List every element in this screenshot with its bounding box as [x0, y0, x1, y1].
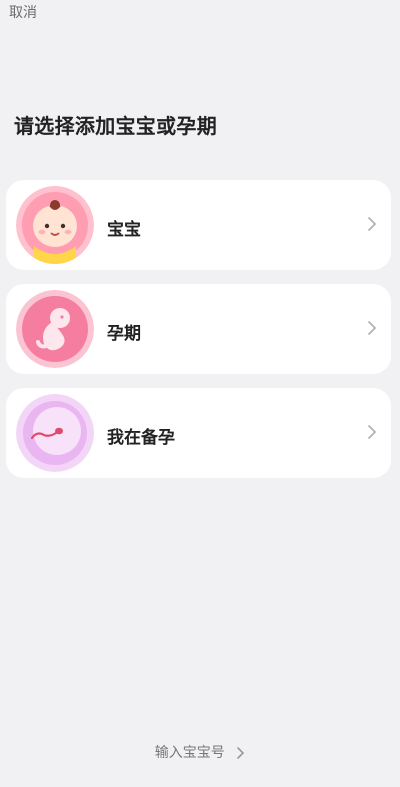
option-baby-label: 宝宝	[107, 220, 141, 240]
fetus-icon	[16, 290, 94, 368]
chevron-right-icon	[237, 747, 245, 759]
baby-face-icon	[16, 186, 94, 264]
page-title: 请选择添加宝宝或孕期	[14, 114, 217, 138]
option-preparing-card[interactable]: 我在备孕	[6, 388, 391, 478]
option-pregnancy-label: 孕期	[107, 324, 141, 344]
chevron-right-icon	[368, 425, 377, 439]
option-preparing-label: 我在备孕	[107, 428, 175, 448]
sperm-egg-icon	[16, 394, 94, 472]
enter-baby-id-label: 输入宝宝号	[154, 745, 225, 761]
option-pregnancy-card[interactable]: 孕期	[6, 284, 391, 374]
cancel-button[interactable]: 取消	[9, 2, 37, 22]
option-baby-card[interactable]: 宝宝	[6, 180, 391, 270]
chevron-right-icon	[368, 321, 377, 335]
chevron-right-icon	[368, 217, 377, 231]
enter-baby-id-link[interactable]: 输入宝宝号	[0, 742, 400, 762]
